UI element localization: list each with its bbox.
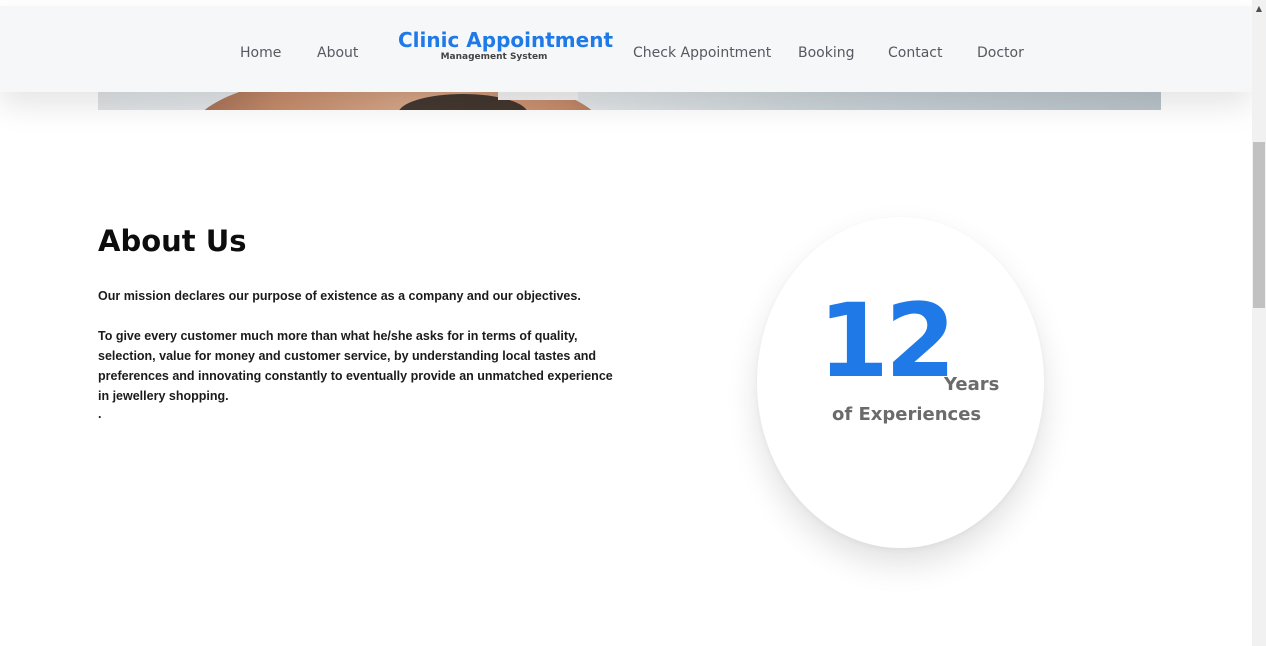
about-heading: About Us xyxy=(98,224,247,258)
brand-subtitle: Management System xyxy=(440,52,548,62)
nav-check-appointment-link[interactable]: Check Appointment xyxy=(633,45,771,61)
about-body: To give every customer much more than wh… xyxy=(98,329,613,403)
about-text: Our mission declares our purpose of exis… xyxy=(98,286,618,424)
about-trailing-dot: . xyxy=(98,407,102,421)
scrollbar-thumb[interactable] xyxy=(1253,142,1265,308)
page: Home About Clinic Appointment Management… xyxy=(0,0,1266,646)
scroll-up-icon[interactable]: ▲ xyxy=(1252,2,1266,16)
about-mission: Our mission declares our purpose of exis… xyxy=(98,289,581,303)
brand-title: Clinic Appointment xyxy=(398,28,614,52)
vertical-scrollbar[interactable]: ▲ xyxy=(1252,0,1266,646)
brand-logo[interactable]: Clinic Appointment Management System xyxy=(398,28,614,63)
nav-doctor-link[interactable]: Doctor xyxy=(977,45,1024,61)
nav-home-link[interactable]: Home xyxy=(240,45,281,61)
navbar: Home About Clinic Appointment Management… xyxy=(0,6,1252,92)
experience-number: 12 xyxy=(818,282,956,401)
nav-about-link[interactable]: About xyxy=(317,45,358,61)
nav-booking-link[interactable]: Booking xyxy=(798,45,855,61)
experience-unit: Years xyxy=(944,374,1000,395)
nav-contact-link[interactable]: Contact xyxy=(888,45,942,61)
experience-label: of Experiences xyxy=(832,404,982,425)
